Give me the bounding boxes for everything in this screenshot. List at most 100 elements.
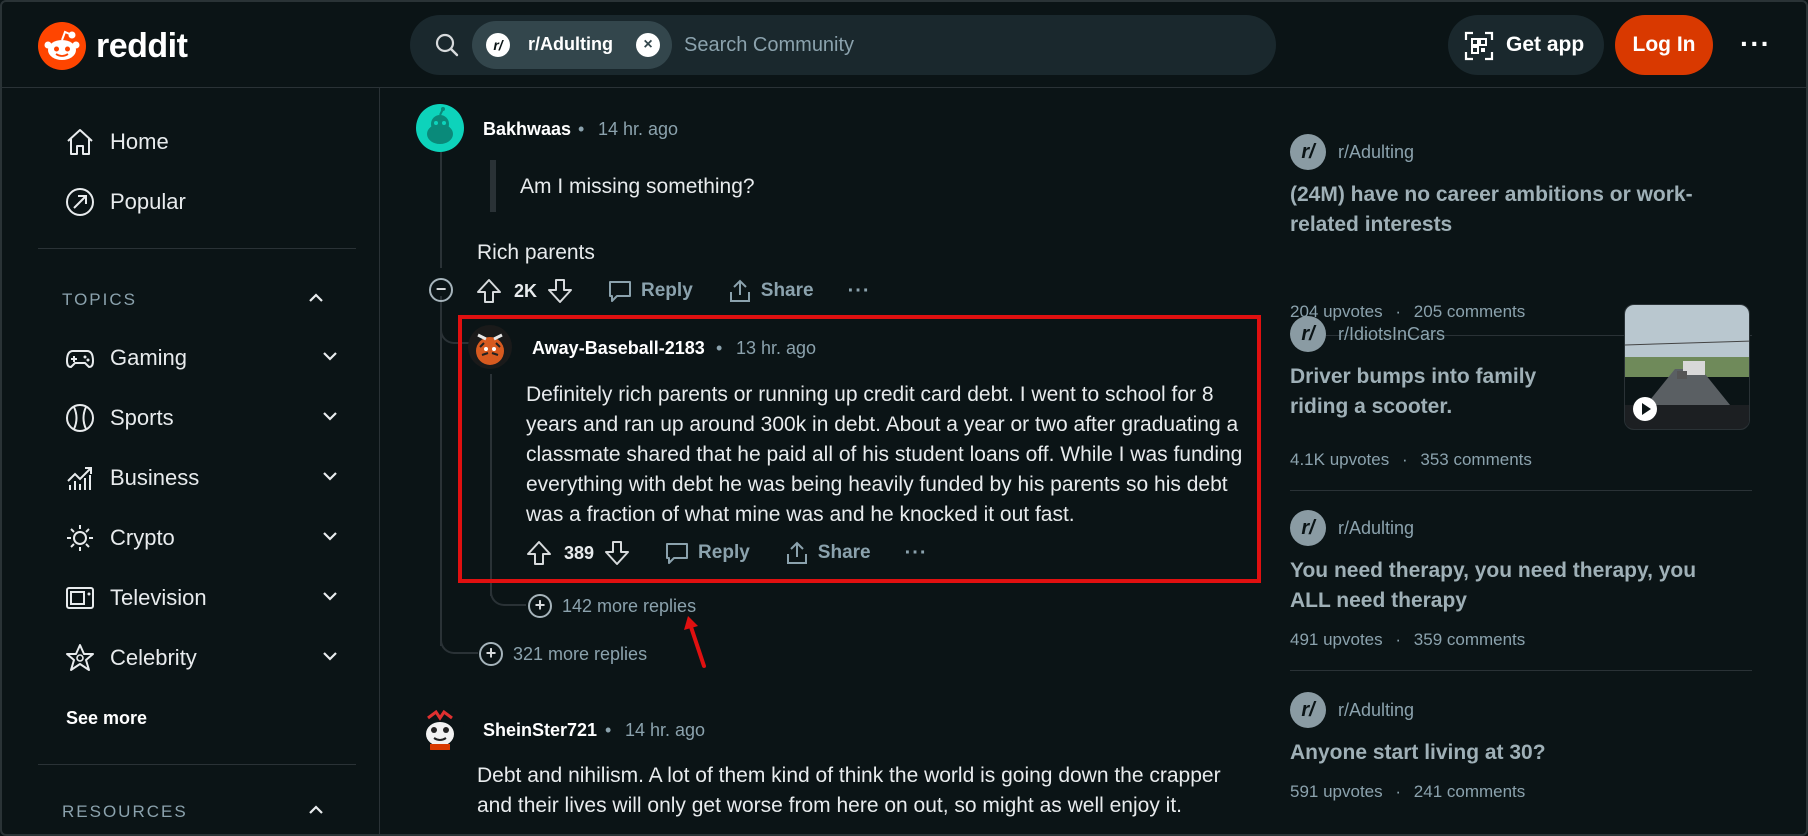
related-post-stats: 4.1K upvotes · 353 comments bbox=[1290, 450, 1532, 470]
left-sidebar: Home Popular TOPICS Gaming Sports Busine… bbox=[16, 88, 380, 836]
thread-line[interactable] bbox=[440, 296, 442, 646]
sidebar-item-gaming[interactable]: Gaming bbox=[64, 338, 337, 378]
avatar[interactable] bbox=[416, 704, 464, 752]
related-divider bbox=[1290, 490, 1752, 491]
reply-button[interactable]: Reply bbox=[607, 278, 693, 304]
logo-text: reddit bbox=[96, 26, 188, 65]
sidebar-item-television[interactable]: Television bbox=[64, 578, 337, 618]
plus-circle-icon: + bbox=[479, 642, 503, 666]
subreddit-name: r/Adulting bbox=[1338, 517, 1415, 538]
sidebar-item-label: Television bbox=[110, 585, 207, 610]
downvote-icon[interactable] bbox=[547, 277, 573, 305]
sidebar-item-crypto[interactable]: Crypto bbox=[64, 518, 337, 558]
meta-separator: • bbox=[605, 720, 612, 740]
search-input[interactable] bbox=[684, 29, 1244, 61]
thread-connector bbox=[490, 580, 526, 606]
thread-line[interactable] bbox=[440, 152, 442, 268]
avatar[interactable] bbox=[468, 325, 512, 369]
upvote-icon[interactable] bbox=[476, 277, 502, 305]
get-app-button[interactable]: Get app bbox=[1448, 15, 1604, 75]
stats-separator: · bbox=[1401, 450, 1408, 469]
share-icon bbox=[786, 541, 807, 564]
comment-body: Debt and nihilism. A lot of them kind of… bbox=[477, 764, 1221, 817]
comment-username[interactable]: Bakhwaas bbox=[483, 119, 571, 140]
share-button[interactable]: Share bbox=[727, 278, 814, 304]
comment-username[interactable]: SheinSter721 bbox=[483, 720, 597, 741]
vote-count: 2K bbox=[514, 280, 538, 301]
video-thumbnail[interactable] bbox=[1624, 304, 1750, 430]
sidebar-item-label: Sports bbox=[110, 405, 174, 430]
sidebar-divider bbox=[38, 764, 356, 765]
sidebar-item-label: Business bbox=[110, 465, 200, 490]
sidebar-item-label: Home bbox=[110, 129, 169, 154]
upvote-icon[interactable] bbox=[526, 539, 552, 567]
share-label: Share bbox=[817, 542, 871, 563]
popular-icon bbox=[64, 186, 96, 218]
related-post-subreddit[interactable]: r/ r/IdiotsInCars bbox=[1290, 316, 1445, 352]
upvote-count: 491 upvotes bbox=[1290, 630, 1383, 649]
snoo-avatar-icon bbox=[427, 107, 453, 144]
stats-separator: · bbox=[1395, 782, 1402, 801]
sidebar-item-celebrity[interactable]: Celebrity bbox=[64, 638, 337, 678]
avatar[interactable] bbox=[416, 104, 464, 152]
comment-body: Rich parents bbox=[477, 241, 595, 264]
more-replies-button[interactable]: + 321 more replies bbox=[479, 642, 647, 666]
subreddit-icon: r/ bbox=[486, 33, 510, 57]
subreddit-icon: r/ bbox=[1290, 316, 1326, 352]
comment-actions: 2K Reply Share ··· bbox=[476, 274, 871, 308]
reply-button[interactable]: Reply bbox=[664, 540, 750, 566]
vote-count: 389 bbox=[564, 542, 595, 563]
comment-username[interactable]: Away-Baseball-2183 bbox=[532, 338, 705, 359]
chevron-down-icon bbox=[323, 412, 337, 421]
sidebar-item-popular[interactable]: Popular bbox=[64, 182, 186, 222]
chevron-up-icon[interactable] bbox=[306, 288, 326, 308]
related-post-subreddit[interactable]: r/ r/Adulting bbox=[1290, 692, 1414, 728]
search-bar[interactable]: r/ r/Adulting × bbox=[410, 15, 1276, 75]
meta-separator: • bbox=[716, 338, 723, 358]
comment-timestamp[interactable]: 14 hr. ago bbox=[598, 119, 678, 140]
related-post-title[interactable]: Driver bumps into family riding a scoote… bbox=[1290, 362, 1600, 422]
related-post-title[interactable]: You need therapy, you need therapy, you … bbox=[1290, 556, 1730, 616]
comment-timestamp[interactable]: 14 hr. ago bbox=[625, 720, 705, 741]
more-options-icon[interactable]: ··· bbox=[905, 542, 928, 565]
login-button[interactable]: Log In bbox=[1615, 15, 1713, 75]
tv-icon bbox=[64, 582, 96, 614]
more-replies-button[interactable]: + 142 more replies bbox=[528, 594, 696, 618]
share-button[interactable]: Share bbox=[784, 540, 871, 566]
home-icon bbox=[64, 126, 96, 158]
sidebar-item-label: Celebrity bbox=[110, 645, 197, 670]
more-options-icon[interactable]: ··· bbox=[848, 280, 871, 303]
chevron-down-icon bbox=[323, 352, 337, 361]
downvote-icon[interactable] bbox=[604, 539, 630, 567]
more-options-icon[interactable]: ··· bbox=[1740, 28, 1771, 60]
see-more-button[interactable]: See more bbox=[66, 708, 147, 729]
star-icon bbox=[64, 642, 96, 674]
chevron-up-icon[interactable] bbox=[306, 800, 326, 820]
collapse-thread-icon[interactable]: − bbox=[429, 278, 453, 302]
related-post-title[interactable]: (24M) have no career ambitions or work-r… bbox=[1290, 180, 1730, 240]
get-app-label: Get app bbox=[1506, 33, 1585, 56]
related-post-subreddit[interactable]: r/ r/Adulting bbox=[1290, 134, 1414, 170]
close-icon[interactable]: × bbox=[636, 33, 660, 57]
related-post-subreddit[interactable]: r/ r/Adulting bbox=[1290, 510, 1414, 546]
play-icon[interactable] bbox=[1633, 397, 1657, 421]
sidebar-item-home[interactable]: Home bbox=[64, 122, 169, 162]
related-post-title[interactable]: Anyone start living at 30? bbox=[1290, 738, 1730, 768]
thread-connector bbox=[440, 620, 478, 654]
reddit-logo[interactable]: reddit bbox=[38, 22, 188, 70]
sidebar-item-business[interactable]: Business bbox=[64, 458, 337, 498]
search-icon bbox=[435, 33, 459, 57]
comment-body: Definitely rich parents or running up cr… bbox=[526, 383, 1243, 526]
chip-label: r/Adulting bbox=[528, 34, 613, 54]
topics-heading[interactable]: TOPICS bbox=[62, 290, 137, 310]
related-posts-panel: r/ r/Adulting (24M) have no career ambit… bbox=[1290, 88, 1808, 836]
community-filter-chip[interactable]: r/ r/Adulting × bbox=[472, 21, 672, 69]
sidebar-item-sports[interactable]: Sports bbox=[64, 398, 337, 438]
comment-timestamp[interactable]: 13 hr. ago bbox=[736, 338, 816, 359]
chevron-down-icon bbox=[323, 652, 337, 661]
related-post[interactable]: r/ r/Adulting (24M) have no career ambit… bbox=[1290, 134, 1752, 321]
resources-heading[interactable]: RESOURCES bbox=[62, 802, 188, 822]
reply-label: Reply bbox=[698, 542, 750, 563]
reddit-snoo-icon bbox=[38, 22, 86, 70]
related-post-stats: 591 upvotes · 241 comments bbox=[1290, 782, 1525, 802]
